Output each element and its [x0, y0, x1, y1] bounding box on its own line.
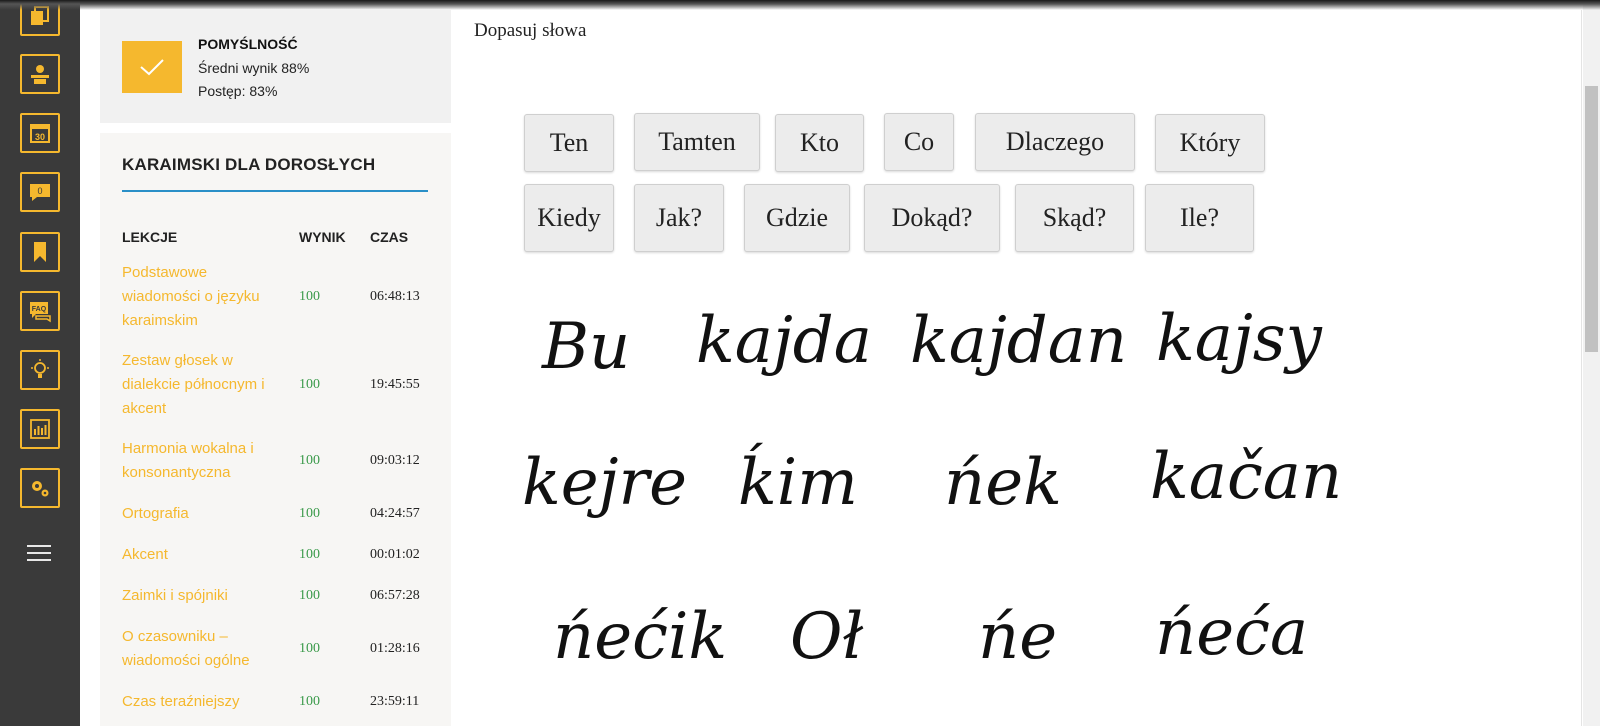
karaim-word[interactable]: Bu	[542, 310, 630, 384]
summary-panel: POMYŚLNOŚĆ Średni wynik 88% Postęp: 83%	[100, 10, 451, 123]
option-button[interactable]: Skąd?	[1015, 184, 1134, 252]
lesson-link[interactable]: Akcent	[122, 543, 280, 567]
option-button[interactable]: Gdzie	[744, 184, 850, 252]
rail-settings-button[interactable]	[20, 468, 60, 508]
karaim-word[interactable]: ńek	[944, 446, 1062, 520]
progress-text: Postęp: 83%	[198, 83, 278, 99]
karaim-word[interactable]: ńeća	[1155, 596, 1308, 670]
header-lessons: LEKCJE	[122, 229, 178, 245]
course-panel: KARAIMSKI DLA DOROSŁYCH LEKCJE WYNIK CZA…	[100, 133, 451, 726]
messages-badge: 0	[37, 186, 42, 196]
lesson-time: 04:24:57	[370, 506, 420, 521]
lesson-score: 100	[299, 641, 320, 656]
summary-title: POMYŚLNOŚĆ	[198, 36, 298, 52]
karaim-word[interactable]: kajsy	[1156, 302, 1322, 376]
lesson-link[interactable]: Zestaw głosek w dialekcie północnym i ak…	[122, 349, 280, 421]
top-shadow	[0, 0, 1600, 10]
karaim-word[interactable]: ńe	[978, 600, 1057, 674]
calendar-badge: 30	[35, 132, 45, 142]
rail-stats-button[interactable]	[20, 409, 60, 449]
faq-badge: FAQ	[32, 306, 47, 313]
success-badge	[122, 41, 182, 93]
rail-users-button[interactable]	[20, 54, 60, 94]
karaim-word[interactable]: kačan	[1150, 440, 1342, 514]
faq-icon: FAQ	[30, 302, 51, 323]
lesson-score: 100	[299, 506, 320, 521]
lesson-time: 00:01:02	[370, 547, 420, 562]
lesson-score: 100	[299, 588, 320, 603]
header-time: CZAS	[370, 229, 409, 245]
chat-icon: 0	[30, 184, 50, 201]
rail-tips-button[interactable]	[20, 350, 60, 390]
icon-rail: 30 0 FAQ	[0, 0, 80, 726]
exercise-title: Dopasuj słowa	[474, 20, 587, 41]
lesson-link[interactable]: Zaimki i spójniki	[122, 584, 280, 608]
lesson-time: 01:28:16	[370, 641, 420, 656]
lesson-link[interactable]: O czasowniku – wiadomości ogólne	[122, 625, 280, 673]
option-button[interactable]: Dlaczego	[975, 113, 1135, 171]
chart-icon	[30, 419, 50, 439]
lesson-link[interactable]: Ortografia	[122, 502, 280, 526]
course-title: KARAIMSKI DLA DOROSŁYCH	[122, 155, 376, 174]
rail-calendar-button[interactable]: 30	[20, 113, 60, 153]
karaim-word[interactable]: ńećik	[553, 600, 727, 674]
lesson-score: 100	[299, 547, 320, 562]
karaim-word[interactable]: kajdan	[910, 304, 1127, 378]
option-button[interactable]: Kiedy	[524, 184, 614, 252]
option-button[interactable]: Który	[1155, 114, 1265, 172]
lesson-time: 09:03:12	[370, 453, 420, 468]
lesson-link[interactable]: Czas teraźniejszy	[122, 690, 280, 714]
option-button[interactable]: Ten	[524, 114, 614, 172]
settings-icon	[32, 481, 49, 497]
option-button[interactable]: Kto	[775, 114, 864, 172]
lesson-link[interactable]: Harmonia wokalna i konsonantyczna	[122, 437, 280, 485]
option-button[interactable]: Tamten	[634, 113, 760, 171]
option-button[interactable]: Ile?	[1145, 184, 1254, 252]
karaim-word[interactable]: Oł	[790, 600, 863, 674]
lesson-score: 100	[299, 694, 320, 709]
lesson-time: 06:57:28	[370, 588, 420, 603]
checkmark-icon	[140, 59, 164, 76]
menu-icon[interactable]	[27, 545, 51, 563]
lesson-time: 06:48:13	[370, 289, 420, 304]
course-title-underline	[122, 190, 428, 192]
content-edge	[1581, 10, 1582, 726]
rail-faq-button[interactable]: FAQ	[20, 291, 60, 331]
rail-bookmark-button[interactable]	[20, 232, 60, 272]
lesson-score: 100	[299, 453, 320, 468]
header-score: WYNIK	[299, 229, 346, 245]
scrollbar[interactable]	[1583, 0, 1600, 726]
users-icon	[31, 65, 49, 84]
rail-messages-button[interactable]: 0	[20, 172, 60, 212]
scrollbar-thumb[interactable]	[1585, 86, 1598, 352]
option-button[interactable]: Dokąd?	[864, 184, 1000, 252]
bookmark-icon	[34, 242, 46, 262]
karaim-word[interactable]: kejre	[522, 446, 687, 520]
option-button[interactable]: Jak?	[634, 184, 724, 252]
lesson-link[interactable]: Podstawowe wiadomości o języku karaimski…	[122, 261, 280, 333]
karaim-word[interactable]: kajda	[696, 304, 872, 378]
lesson-time: 23:59:11	[370, 694, 420, 709]
karaim-word[interactable]: ḱim	[738, 446, 858, 520]
lesson-score: 100	[299, 289, 320, 304]
lesson-time: 19:45:55	[370, 377, 420, 392]
lightbulb-icon	[31, 359, 49, 378]
option-button[interactable]: Co	[884, 113, 954, 171]
calendar-icon: 30	[30, 124, 50, 143]
average-score: Średni wynik 88%	[198, 60, 310, 76]
lesson-score: 100	[299, 377, 320, 392]
